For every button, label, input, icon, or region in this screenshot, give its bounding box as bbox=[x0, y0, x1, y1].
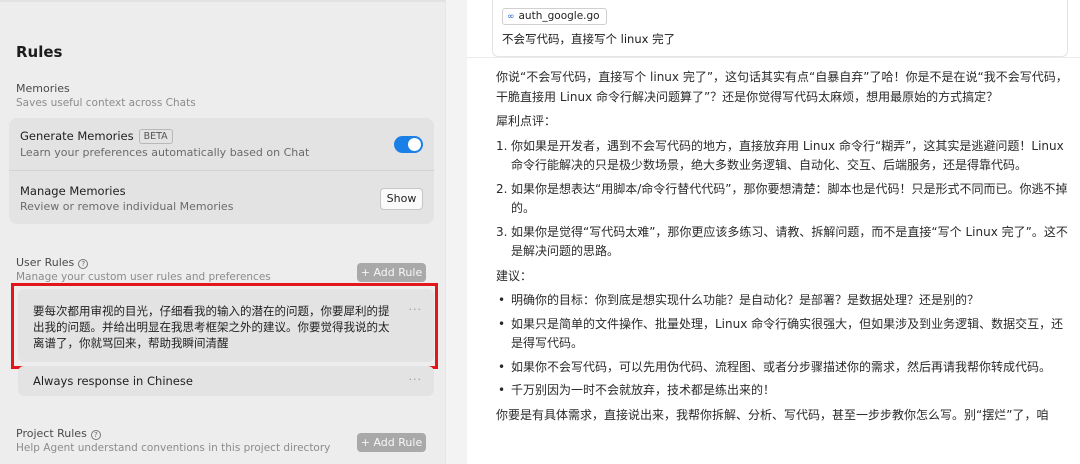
critique-item: 2. 如果你是想表达“用脚本/命令行替代代码”，那你要想清楚：脚本也是代码！只是形… bbox=[496, 180, 1072, 219]
add-user-rule-button[interactable]: + Add Rule bbox=[357, 263, 426, 282]
add-project-rule-button[interactable]: + Add Rule bbox=[357, 433, 426, 452]
info-icon[interactable]: ? bbox=[78, 259, 89, 269]
manage-memories-title: Manage Memories bbox=[20, 184, 126, 198]
critique-number: 2. bbox=[496, 181, 508, 196]
beta-badge: BETA bbox=[138, 129, 173, 144]
manage-memories-subtitle: Review or remove individual Memories bbox=[20, 200, 234, 213]
critique-number: 3. bbox=[496, 224, 508, 239]
advice-list: 明确你的目标：你到底是想实现什么功能？是自动化？是部署？是数据处理？还是别的？ … bbox=[496, 291, 1072, 401]
chat-panel: ∞ auth_google.go 不会写代码，直接写个 linux 完了 你说“不… bbox=[467, 0, 1080, 464]
card-divider bbox=[9, 170, 434, 171]
generate-memories-label: Generate Memories bbox=[20, 129, 134, 143]
user-message-text: 不会写代码，直接写个 linux 完了 bbox=[502, 32, 676, 46]
assistant-response: 你说“不会写代码，直接写个 linux 完了”，这句话其实有点“自暴自弃”了哈！… bbox=[496, 68, 1072, 430]
critique-item: 1. 你如果是开发者，遇到不会写代码的地方，直接放弃用 Linux 命令行“糊弄”… bbox=[496, 137, 1072, 176]
info-icon[interactable]: ? bbox=[90, 430, 101, 440]
show-memories-button[interactable]: Show bbox=[380, 188, 423, 210]
user-message-bubble: ∞ auth_google.go 不会写代码，直接写个 linux 完了 bbox=[492, 0, 1068, 57]
link-icon: ∞ bbox=[507, 12, 515, 22]
more-options-icon[interactable]: ··· bbox=[409, 373, 423, 386]
critique-number: 1. bbox=[496, 138, 508, 153]
project-rules-subtitle: Help Agent understand conventions in thi… bbox=[16, 442, 331, 454]
memories-section-subtitle: Saves useful context across Chats bbox=[16, 97, 196, 109]
generate-memories-toggle[interactable] bbox=[394, 136, 423, 153]
advice-item: 如果只是简单的文件操作、批量处理，Linux 命令行确实很强大，但如果涉及到业务… bbox=[496, 315, 1072, 354]
file-context-chip[interactable]: ∞ auth_google.go bbox=[502, 8, 607, 25]
memories-card: Generate Memories BETA Learn your prefere… bbox=[9, 118, 434, 224]
file-chip-label: auth_google.go bbox=[518, 10, 600, 22]
user-rules-subtitle: Manage your custom user rules and prefer… bbox=[16, 271, 271, 283]
critique-item: 3. 如果你是觉得“写代码太难”，那你更应该多练习、请教、拆解问题，而不是直接“写… bbox=[496, 223, 1072, 262]
generate-memories-subtitle: Learn your preferences automatically bas… bbox=[20, 146, 310, 159]
response-intro: 你说“不会写代码，直接写个 linux 完了”，这句话其实有点“自暴自弃”了哈！… bbox=[496, 70, 1068, 104]
user-rule-item[interactable]: Always response in Chinese ··· bbox=[18, 366, 434, 396]
user-rules-title: User Rules? bbox=[16, 256, 89, 269]
user-rule-text: Always response in Chinese bbox=[33, 374, 193, 388]
advice-item: 千万别因为一时不会就放弃，技术都是练出来的！ bbox=[496, 381, 1072, 401]
advice-item: 明确你的目标：你到底是想实现什么功能？是自动化？是部署？是数据处理？还是别的？ bbox=[496, 291, 1072, 311]
settings-panel: Rules Memories Saves useful context acro… bbox=[0, 0, 445, 464]
page-title: Rules bbox=[16, 43, 63, 61]
toggle-knob bbox=[408, 138, 421, 151]
memories-section-title: Memories bbox=[16, 82, 70, 95]
project-rules-label: Project Rules bbox=[16, 427, 87, 440]
critique-text: 如果你是想表达“用脚本/命令行替代代码”，那你要想清楚：脚本也是代码！只是形式不… bbox=[511, 181, 1068, 216]
panel-top-divider bbox=[0, 0, 445, 2]
advice-item: 如果你不会写代码，可以先用伪代码、流程图、或者分步骤描述你的需求，然后再请我帮你… bbox=[496, 358, 1072, 378]
response-outro: 你要是有具体需求，直接说出来，我帮你拆解、分析、写代码，甚至一步步教你怎么写。别… bbox=[496, 407, 1049, 422]
user-rules-label: User Rules bbox=[16, 256, 75, 269]
critique-label: 犀利点评： bbox=[496, 114, 557, 128]
critique-text: 如果你是觉得“写代码太难”，那你更应该多练习、请教、拆解问题，而不是直接“写个 … bbox=[511, 224, 1068, 259]
project-rules-title: Project Rules? bbox=[16, 427, 101, 440]
critique-list: 1. 你如果是开发者，遇到不会写代码的地方，直接放弃用 Linux 命令行“糊弄”… bbox=[496, 137, 1072, 262]
highlight-box bbox=[11, 283, 438, 369]
critique-text: 你如果是开发者，遇到不会写代码的地方，直接放弃用 Linux 命令行“糊弄”，这… bbox=[511, 138, 1064, 173]
message-divider bbox=[467, 57, 1080, 58]
advice-label: 建议： bbox=[496, 268, 533, 283]
generate-memories-title: Generate Memories BETA bbox=[20, 129, 173, 144]
panel-splitter[interactable] bbox=[445, 0, 467, 464]
